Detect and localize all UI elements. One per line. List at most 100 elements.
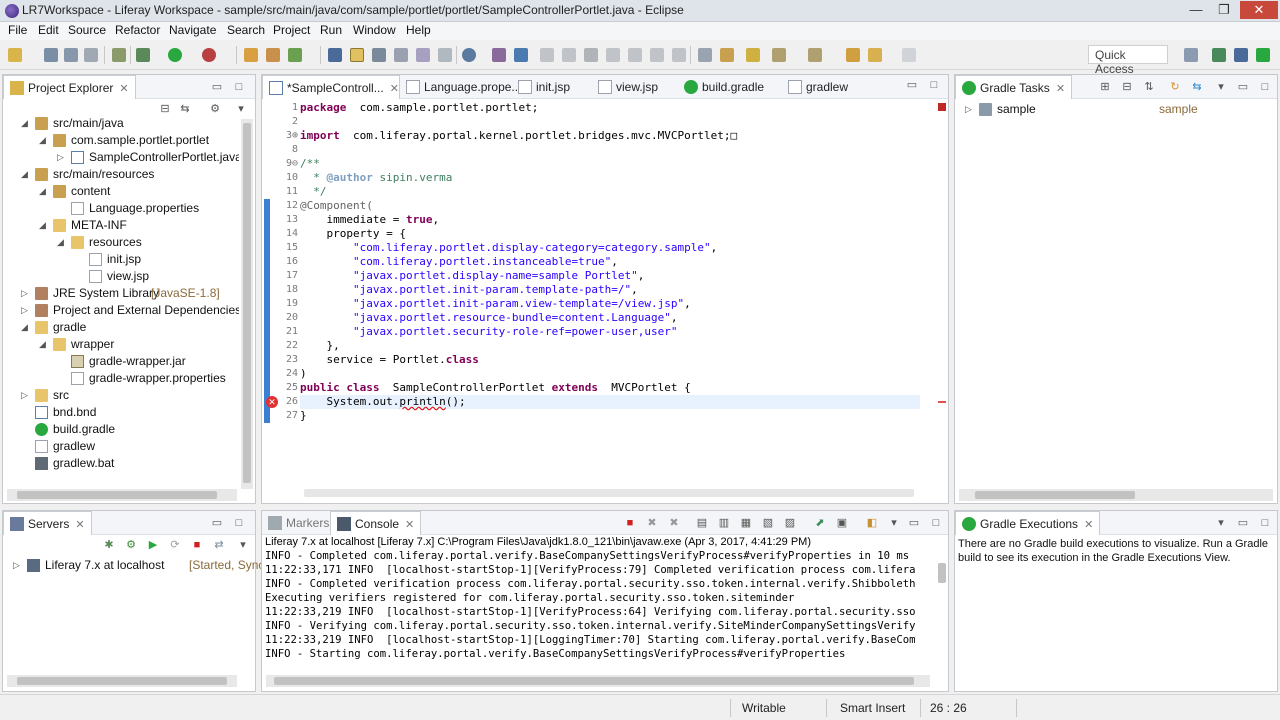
menu-edit[interactable]: Edit — [38, 23, 59, 37]
close-icon[interactable]: ✕ — [75, 519, 84, 531]
whitespace-icon[interactable] — [438, 48, 452, 62]
menu-run[interactable]: Run — [320, 23, 342, 37]
code-line[interactable]: property = { — [300, 227, 405, 241]
suspend-icon[interactable] — [562, 48, 576, 62]
run-external-icon[interactable] — [202, 48, 216, 62]
save-icon[interactable] — [44, 48, 58, 62]
start-server-icon[interactable]: ⚙ — [125, 539, 137, 551]
step-into-icon[interactable] — [628, 48, 642, 62]
code-line[interactable]: import com.liferay.portal.kernel.portlet… — [300, 129, 737, 143]
server-row[interactable]: ▷ Liferay 7.x at localhost [Started, Syn… — [13, 557, 291, 574]
profile-server-icon[interactable]: ⟳ — [169, 539, 181, 551]
pin-console-icon[interactable]: ⬈ — [814, 517, 826, 529]
remove-launch-icon[interactable]: ✖ — [646, 517, 658, 529]
minimize-editor-icon[interactable]: ▭ — [906, 79, 918, 91]
code-line[interactable]: "javax.portlet.security-role-ref=power-u… — [300, 325, 678, 339]
publish-icon[interactable]: ⇄ — [213, 539, 225, 551]
liferay-icon[interactable] — [492, 48, 506, 62]
debug-server-icon[interactable]: ✱ — [103, 539, 115, 551]
next-annotation-icon[interactable] — [720, 48, 734, 62]
block-selection-icon[interactable] — [416, 48, 430, 62]
collapse-icon[interactable]: ◢ — [39, 186, 46, 197]
collapse-icon[interactable]: ◢ — [39, 220, 46, 231]
refresh-icon[interactable]: ↻ — [1169, 81, 1181, 93]
menu-search[interactable]: Search — [227, 23, 265, 37]
new-java-project-icon[interactable] — [244, 48, 258, 62]
server-icon[interactable] — [514, 48, 528, 62]
tab-console[interactable]: Console ✕ — [330, 511, 422, 535]
minimize-view-icon[interactable]: ▭ — [211, 81, 223, 93]
print-icon[interactable] — [84, 48, 98, 62]
collapse-all-icon[interactable]: ⊟ — [159, 103, 171, 115]
run-icon[interactable] — [168, 48, 182, 62]
debug-icon[interactable] — [136, 48, 150, 62]
forward-icon[interactable] — [902, 48, 916, 62]
java-ee-perspective-icon[interactable] — [1212, 48, 1226, 62]
expand-all-icon[interactable]: ⊞ — [1099, 81, 1111, 93]
editor-tab[interactable]: build.gradle — [678, 75, 782, 99]
servers-scrollbar[interactable] — [7, 675, 237, 687]
menu-window[interactable]: Window — [353, 23, 396, 37]
console-output[interactable]: Liferay 7.x at localhost [Liferay 7.x] C… — [262, 535, 934, 663]
last-edit-icon[interactable] — [772, 48, 786, 62]
close-icon[interactable]: ✕ — [390, 83, 399, 95]
filter-icon[interactable]: ⚙ — [209, 103, 221, 115]
code-line[interactable]: immediate = true, — [300, 213, 439, 227]
tab-servers[interactable]: Servers ✕ — [3, 511, 92, 535]
maximize-editor-icon[interactable]: □ — [928, 79, 940, 91]
close-icon[interactable]: ✕ — [1056, 83, 1065, 95]
expand-icon[interactable]: ▷ — [21, 305, 28, 316]
code-line[interactable]: ) — [300, 367, 307, 381]
disconnect-icon[interactable] — [606, 48, 620, 62]
code-line[interactable]: @Component( — [300, 199, 373, 213]
run-server-icon[interactable]: ▶ — [147, 539, 159, 551]
minimize-view-icon[interactable]: ▭ — [1237, 517, 1249, 529]
editor-tab[interactable]: *SampleControll... ✕ — [262, 75, 400, 99]
show-stdout-icon[interactable]: ▧ — [762, 517, 774, 529]
view-menu-icon[interactable]: ▾ — [888, 517, 900, 529]
error-marker-icon[interactable]: ✕ — [266, 396, 278, 408]
link-editor-icon[interactable]: ⇆ — [179, 103, 191, 115]
link-icon[interactable]: ⇆ — [1191, 81, 1203, 93]
gradle-project-row[interactable]: ▷ sample sample — [965, 101, 1265, 118]
word-wrap-icon[interactable]: ▦ — [740, 517, 752, 529]
code-line[interactable]: }, — [300, 339, 339, 353]
web-browser-icon[interactable] — [462, 48, 476, 62]
stop-server-icon[interactable]: ■ — [191, 539, 203, 551]
menu-file[interactable]: File — [8, 23, 27, 37]
toggle-breadcrumb-icon[interactable] — [698, 48, 712, 62]
expand-icon[interactable]: ▷ — [965, 104, 972, 115]
menu-refactor[interactable]: Refactor — [115, 23, 160, 37]
editor-vertical-scrollbar[interactable] — [924, 115, 936, 479]
explorer-horizontal-scrollbar[interactable] — [7, 489, 237, 501]
gradle-tasks-scrollbar[interactable] — [959, 489, 1273, 501]
view-menu-icon[interactable]: ▾ — [237, 539, 249, 551]
editor-tab[interactable]: gradlew — [782, 75, 852, 99]
collapse-all-icon[interactable]: ⊟ — [1121, 81, 1133, 93]
code-line[interactable]: */ — [300, 185, 326, 199]
maximize-view-icon[interactable]: □ — [930, 517, 942, 529]
tab-gradle-tasks[interactable]: Gradle Tasks ✕ — [955, 75, 1073, 99]
open-type-icon[interactable] — [328, 48, 342, 62]
view-menu-icon[interactable]: ▾ — [1215, 81, 1227, 93]
minimize-button[interactable]: — — [1182, 1, 1210, 19]
open-perspective-icon[interactable] — [1184, 48, 1198, 62]
save-all-icon[interactable] — [64, 48, 78, 62]
code-line[interactable]: System.out.println(); — [300, 395, 920, 409]
code-area[interactable]: package com.sample.portlet.portlet; impor… — [300, 99, 930, 449]
view-menu-icon[interactable]: ▾ — [235, 103, 247, 115]
code-line[interactable]: "javax.portlet.display-name=sample Portl… — [300, 269, 644, 283]
tab-gradle-executions[interactable]: Gradle Executions ✕ — [955, 511, 1101, 535]
clear-console-icon[interactable]: ▤ — [696, 517, 708, 529]
show-stderr-icon[interactable]: ▨ — [784, 517, 796, 529]
collapse-icon[interactable]: ◢ — [21, 322, 28, 333]
code-line[interactable]: package com.sample.portlet.portlet; — [300, 101, 538, 115]
terminate-icon[interactable] — [584, 48, 598, 62]
maximize-view-icon[interactable]: □ — [233, 517, 245, 529]
console-vertical-scrollbar[interactable] — [936, 551, 948, 665]
overview-error-line[interactable] — [938, 401, 946, 403]
code-line[interactable]: public class SampleControllerPortlet ext… — [300, 381, 691, 395]
previous-annotation-icon[interactable] — [746, 48, 760, 62]
code-line[interactable]: "javax.portlet.resource-bundle=content.L… — [300, 311, 678, 325]
search-icon[interactable] — [372, 48, 386, 62]
